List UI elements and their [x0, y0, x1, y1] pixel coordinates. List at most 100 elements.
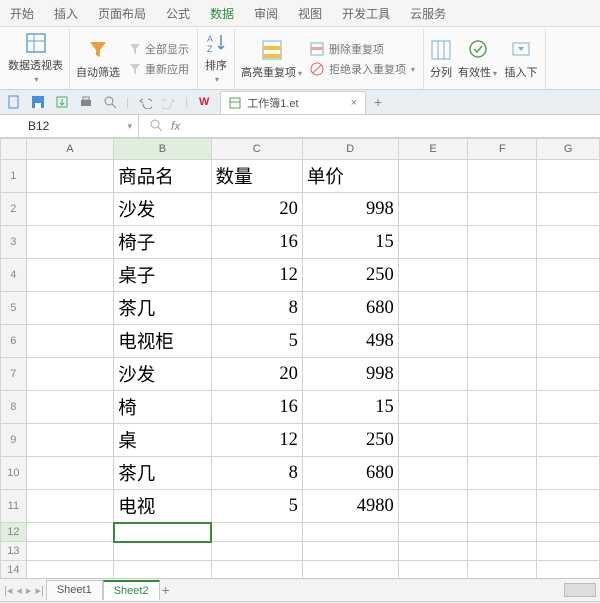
cell-A13[interactable]	[26, 542, 114, 561]
cell-C10[interactable]: 8	[211, 457, 302, 490]
cell-D9[interactable]: 250	[302, 424, 398, 457]
cell-E4[interactable]	[398, 259, 468, 292]
cell-G9[interactable]	[537, 424, 600, 457]
select-all[interactable]	[1, 139, 27, 160]
cell-D13[interactable]	[302, 542, 398, 561]
new-tab-button[interactable]: +	[374, 94, 382, 110]
cell-B10[interactable]: 茶几	[114, 457, 211, 490]
cell-C14[interactable]	[211, 561, 302, 579]
cell-F6[interactable]	[468, 325, 537, 358]
fx-icon[interactable]: fx	[171, 119, 180, 133]
cell-C4[interactable]: 12	[211, 259, 302, 292]
cell-G4[interactable]	[537, 259, 600, 292]
last-sheet-icon[interactable]: ▸|	[35, 584, 43, 597]
cell-A14[interactable]	[26, 561, 114, 579]
undo-icon[interactable]	[137, 94, 153, 110]
row-header-11[interactable]: 11	[1, 490, 27, 523]
cell-A11[interactable]	[26, 490, 114, 523]
cell-D5[interactable]: 680	[302, 292, 398, 325]
cell-D14[interactable]	[302, 561, 398, 579]
cell-B11[interactable]: 电视	[114, 490, 211, 523]
cell-C8[interactable]: 16	[211, 391, 302, 424]
cell-F9[interactable]	[468, 424, 537, 457]
col-header-F[interactable]: F	[468, 139, 537, 160]
cell-E14[interactable]	[398, 561, 468, 579]
cell-E12[interactable]	[398, 523, 468, 542]
cell-G7[interactable]	[537, 358, 600, 391]
col-header-G[interactable]: G	[537, 139, 600, 160]
cell-F12[interactable]	[468, 523, 537, 542]
cell-A7[interactable]	[26, 358, 114, 391]
cell-D12[interactable]	[302, 523, 398, 542]
hscroll-thumb[interactable]	[564, 583, 596, 597]
cell-A12[interactable]	[26, 523, 114, 542]
new-icon[interactable]	[6, 94, 22, 110]
cell-E3[interactable]	[398, 226, 468, 259]
cell-D6[interactable]: 498	[302, 325, 398, 358]
tab-视图[interactable]: 视图	[288, 0, 332, 26]
cell-E7[interactable]	[398, 358, 468, 391]
row-header-12[interactable]: 12	[1, 523, 27, 542]
reapply-button[interactable]: 重新应用	[126, 60, 191, 78]
sheet-tab-Sheet1[interactable]: Sheet1	[46, 580, 103, 600]
cell-A3[interactable]	[26, 226, 114, 259]
export-icon[interactable]	[54, 94, 70, 110]
cell-C2[interactable]: 20	[211, 193, 302, 226]
cell-G8[interactable]	[537, 391, 600, 424]
cell-A1[interactable]	[26, 160, 114, 193]
insert-dropdown-button[interactable]: 插入下	[503, 38, 539, 80]
cell-B12[interactable]	[114, 523, 211, 542]
tab-云服务[interactable]: 云服务	[400, 0, 456, 26]
cell-C3[interactable]: 16	[211, 226, 302, 259]
cell-A2[interactable]	[26, 193, 114, 226]
row-header-14[interactable]: 14	[1, 561, 27, 579]
cell-B14[interactable]	[114, 561, 211, 579]
cell-C13[interactable]	[211, 542, 302, 561]
cell-E1[interactable]	[398, 160, 468, 193]
cell-F3[interactable]	[468, 226, 537, 259]
row-header-4[interactable]: 4	[1, 259, 27, 292]
row-header-1[interactable]: 1	[1, 160, 27, 193]
cell-C11[interactable]: 5	[211, 490, 302, 523]
name-box[interactable]: B12 ▾	[0, 115, 139, 137]
preview-icon[interactable]	[102, 94, 118, 110]
cell-C12[interactable]	[211, 523, 302, 542]
cell-G14[interactable]	[537, 561, 600, 579]
cell-C7[interactable]: 20	[211, 358, 302, 391]
cell-A6[interactable]	[26, 325, 114, 358]
cell-D10[interactable]: 680	[302, 457, 398, 490]
add-sheet-button[interactable]: +	[162, 582, 170, 598]
cell-D8[interactable]: 15	[302, 391, 398, 424]
tab-开始[interactable]: 开始	[0, 0, 44, 26]
cell-C1[interactable]: 数量	[211, 160, 302, 193]
row-header-6[interactable]: 6	[1, 325, 27, 358]
col-header-C[interactable]: C	[211, 139, 302, 160]
cell-B9[interactable]: 桌	[114, 424, 211, 457]
cell-F1[interactable]	[468, 160, 537, 193]
cell-B7[interactable]: 沙发	[114, 358, 211, 391]
cell-B1[interactable]: 商品名	[114, 160, 211, 193]
cell-E10[interactable]	[398, 457, 468, 490]
cell-F10[interactable]	[468, 457, 537, 490]
cell-G6[interactable]	[537, 325, 600, 358]
sort-button[interactable]: AZ 排序 ▾	[204, 31, 228, 84]
col-header-D[interactable]: D	[302, 139, 398, 160]
cell-F7[interactable]	[468, 358, 537, 391]
highlight-dup-button[interactable]: 高亮重复项▾	[241, 38, 302, 80]
col-header-E[interactable]: E	[398, 139, 468, 160]
cell-D11[interactable]: 4980	[302, 490, 398, 523]
cell-C6[interactable]: 5	[211, 325, 302, 358]
cell-A8[interactable]	[26, 391, 114, 424]
next-sheet-icon[interactable]: ▸	[26, 584, 32, 597]
tab-审阅[interactable]: 审阅	[244, 0, 288, 26]
show-all-button[interactable]: 全部显示	[126, 40, 191, 58]
sheet-tab-Sheet2[interactable]: Sheet2	[103, 580, 160, 600]
cell-G10[interactable]	[537, 457, 600, 490]
row-header-10[interactable]: 10	[1, 457, 27, 490]
cell-E8[interactable]	[398, 391, 468, 424]
cell-G3[interactable]	[537, 226, 600, 259]
cell-B2[interactable]: 沙发	[114, 193, 211, 226]
document-tab[interactable]: 工作簿1.et ×	[220, 91, 366, 114]
close-icon[interactable]: ×	[351, 97, 357, 109]
row-header-8[interactable]: 8	[1, 391, 27, 424]
